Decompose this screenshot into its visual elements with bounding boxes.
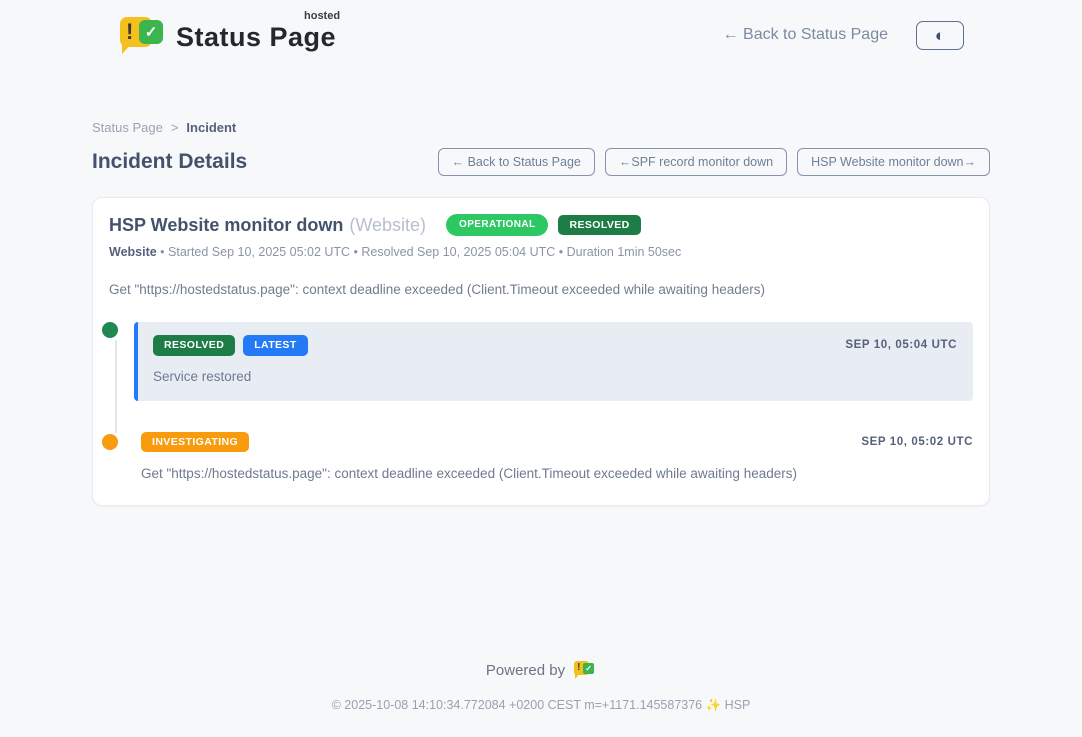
page-title: Incident Details: [92, 150, 247, 174]
powered-by-label: Powered by: [486, 662, 565, 679]
logo-text-wrap: Status Page hosted: [176, 14, 336, 53]
incident-timeline: RESOLVED LATEST SEP 10, 05:04 UTC Servic…: [109, 322, 973, 481]
breadcrumb-separator: >: [171, 120, 179, 135]
footer-status-page-logo-icon[interactable]: ! ✓: [574, 660, 596, 681]
timeline-message: Service restored: [153, 369, 957, 384]
logo-text: Status Page: [176, 22, 336, 52]
timeline-dot-resolved: [102, 322, 118, 338]
sparkles-icon: ✨: [706, 698, 722, 712]
timeline-entry-investigating: INVESTIGATING SEP 10, 05:02 UTC Get "htt…: [141, 432, 973, 482]
copyright-line: © 2025-10-08 14:10:34.772084 +0200 CEST …: [0, 698, 1082, 713]
breadcrumb: Status Page > Incident: [92, 120, 990, 135]
exclamation-glyph: !: [126, 21, 133, 43]
incident-nav-buttons: ← Back to Status Page ←SPF record monito…: [438, 148, 990, 176]
header: ! ✓ Status Page hosted ← Back to Status …: [0, 0, 1082, 56]
timeline-investigating-badge: INVESTIGATING: [141, 432, 249, 453]
timeline-dot-investigating: [102, 434, 118, 450]
back-to-status-page-button[interactable]: ← Back to Status Page: [438, 148, 595, 176]
timeline-message: Get "https://hostedstatus.page": context…: [141, 466, 973, 481]
brand-logo[interactable]: ! ✓ Status Page hosted: [118, 14, 336, 56]
timeline-connector-line: [115, 340, 117, 445]
incident-title: HSP Website monitor down: [109, 215, 343, 236]
meta-component-name: Website: [109, 245, 157, 259]
theme-toggle-button[interactable]: ◐: [916, 21, 964, 50]
timeline-timestamp: SEP 10, 05:02 UTC: [861, 436, 973, 448]
incident-component: (Website): [349, 215, 426, 236]
timeline-timestamp: SEP 10, 05:04 UTC: [845, 339, 957, 351]
footer: Powered by ! ✓ © 2025-10-08 14:10:34.772…: [0, 660, 1082, 737]
copyright-text-after: HSP: [721, 698, 750, 712]
mini-exclamation-glyph: !: [577, 663, 580, 673]
meta-dates: • Started Sep 10, 2025 05:02 UTC • Resol…: [157, 245, 682, 259]
timeline-latest-badge: LATEST: [243, 335, 307, 356]
timeline-entry-resolved: RESOLVED LATEST SEP 10, 05:04 UTC Servic…: [134, 322, 973, 401]
resolved-state-badge: RESOLVED: [558, 215, 640, 236]
incident-description: Get "https://hostedstatus.page": context…: [109, 282, 973, 297]
header-back-to-status-page-link[interactable]: ← Back to Status Page: [723, 26, 888, 44]
incident-card: HSP Website monitor down (Website) OPERA…: [92, 197, 990, 506]
contrast-half-circle-icon: ◐: [935, 27, 945, 44]
mini-logo-check-icon: ✓: [583, 663, 594, 674]
status-page-logo-icon: ! ✓: [118, 14, 164, 56]
next-incident-button[interactable]: HSP Website monitor down→: [797, 148, 990, 176]
prev-incident-button[interactable]: ←SPF record monitor down: [605, 148, 787, 176]
breadcrumb-status-page[interactable]: Status Page: [92, 120, 163, 135]
copyright-text-before: © 2025-10-08 14:10:34.772084 +0200 CEST …: [332, 698, 706, 712]
breadcrumb-incident: Incident: [186, 120, 236, 135]
logo-hosted-superscript: hosted: [304, 10, 340, 22]
logo-check-icon: ✓: [139, 20, 163, 44]
timeline-resolved-badge: RESOLVED: [153, 335, 235, 356]
operational-status-badge: OPERATIONAL: [446, 214, 548, 236]
main-content: Status Page > Incident Incident Details ← …: [92, 120, 990, 506]
incident-meta: Website • Started Sep 10, 2025 05:02 UTC…: [109, 245, 973, 259]
